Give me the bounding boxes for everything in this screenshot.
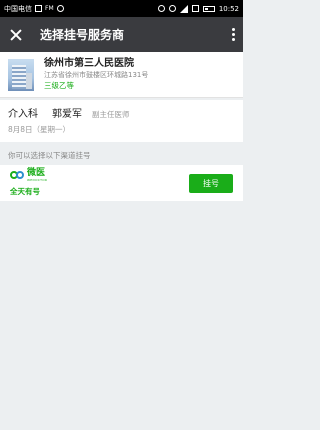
close-icon[interactable]	[8, 27, 24, 43]
sync-icon	[56, 5, 64, 12]
department: 介入科	[8, 109, 38, 120]
clock: 10:52	[218, 4, 239, 13]
channel-row: 微医 WEDOCTOR 全天有号 挂号	[0, 165, 243, 201]
channels-label: 你可以选择以下渠道挂号	[8, 151, 91, 160]
image-notification-icon	[35, 5, 42, 12]
hospital-level: 三级乙等	[44, 81, 74, 90]
hospital-address: 江苏省徐州市鼓楼区环城路131号	[44, 71, 149, 79]
title-bar: 选择挂号服务商	[0, 17, 243, 52]
signal-icon	[179, 4, 188, 13]
sim-icon	[191, 5, 199, 12]
wedoctor-logo-icon	[10, 171, 24, 180]
more-options-icon[interactable]	[231, 28, 235, 41]
wifi-icon	[168, 5, 176, 12]
wedoctor-logo: 微医 WEDOCTOR	[10, 169, 47, 182]
register-button[interactable]: 挂号	[189, 173, 233, 193]
status-bar: 中国电信 FM 10:52	[0, 0, 243, 17]
hospital-card: 徐州市第三人民医院 江苏省徐州市鼓楼区环城路131号 三级乙等	[0, 52, 243, 98]
availability-label: 全天有号	[10, 187, 40, 196]
appointment-date: 8月8日（星期一）	[8, 125, 71, 134]
doctor-title: 副主任医师	[92, 110, 130, 119]
hospital-image	[8, 58, 34, 91]
battery-icon	[202, 5, 215, 12]
doctor-name: 郭爱军	[52, 109, 82, 120]
page-title: 选择挂号服务商	[40, 28, 125, 42]
hospital-name: 徐州市第三人民医院	[44, 58, 134, 69]
doctor-info: 介入科 郭爱军 副主任医师 8月8日（星期一）	[0, 100, 243, 142]
headset-icon	[157, 5, 165, 12]
fm-icon: FM	[45, 5, 54, 12]
carrier-label: 中国电信	[4, 4, 32, 13]
